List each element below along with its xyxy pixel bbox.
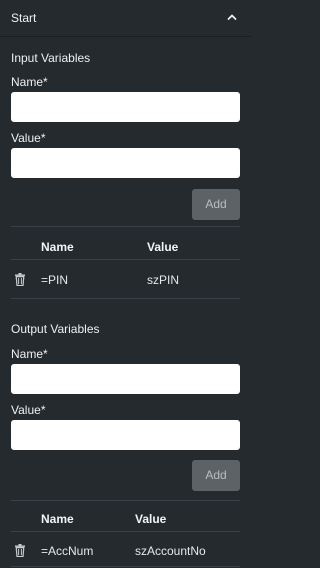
input-row-name: =PIN	[41, 273, 69, 287]
input-name-label: Name*	[11, 75, 48, 89]
output-table-header-value: Value	[135, 512, 167, 526]
section-title-start: Start	[11, 11, 37, 25]
input-table-header-value: Value	[147, 240, 179, 254]
input-table-top-divider	[11, 226, 240, 227]
output-table-header-name: Name	[41, 512, 74, 526]
input-table-header-name: Name	[41, 240, 74, 254]
trash-icon[interactable]	[14, 273, 26, 286]
output-table-bottom-divider	[11, 566, 240, 567]
output-row-value: szAccountNo	[135, 544, 206, 558]
output-add-button[interactable]: Add	[192, 460, 240, 491]
start-section-header[interactable]: Start	[0, 0, 251, 36]
output-variables-title: Output Variables	[11, 322, 100, 336]
input-value-field[interactable]	[11, 148, 240, 178]
input-variables-title: Input Variables	[11, 51, 91, 65]
input-table-bottom-divider	[11, 298, 240, 299]
output-value-field[interactable]	[11, 420, 240, 450]
chevron-up-icon[interactable]	[226, 11, 238, 23]
output-value-label: Value*	[11, 403, 46, 417]
output-table-header-divider	[11, 531, 240, 532]
output-name-field[interactable]	[11, 364, 240, 394]
input-row-value: szPIN	[147, 273, 180, 287]
header-divider	[0, 36, 251, 37]
output-row-name: =AccNum	[41, 544, 94, 558]
output-table-top-divider	[11, 500, 240, 501]
input-name-field[interactable]	[11, 92, 240, 122]
input-add-button[interactable]: Add	[192, 189, 240, 220]
trash-icon[interactable]	[14, 544, 26, 557]
input-value-label: Value*	[11, 131, 46, 145]
input-table-header-divider	[11, 259, 240, 260]
output-name-label: Name*	[11, 347, 48, 361]
